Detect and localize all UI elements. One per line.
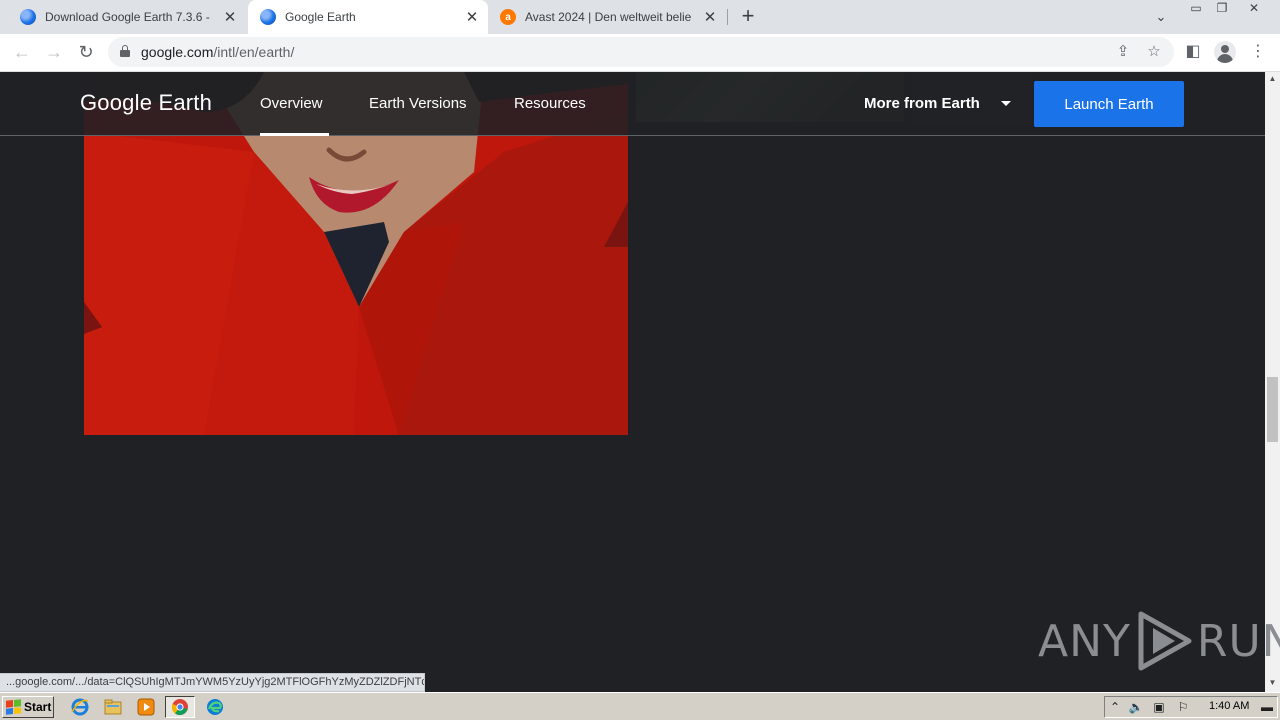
file-explorer-icon[interactable] [101, 696, 125, 718]
system-tray: ⌃ 🔈 ▣ ⚐ 1:40 AM ▬ [1104, 696, 1278, 718]
close-icon[interactable]: ✕ [220, 7, 240, 27]
google-earth-logo[interactable]: Google Earth [80, 90, 212, 116]
close-window-button[interactable]: ✕ [1240, 0, 1268, 18]
tab-avast[interactable]: a Avast 2024 | Den weltweit beliebtest ✕ [488, 0, 726, 34]
tab-title: Download Google Earth 7.3.6 - free [45, 10, 212, 24]
nav-earth-versions[interactable]: Earth Versions [369, 95, 467, 112]
chrome-taskbar-icon[interactable] [165, 696, 195, 718]
launch-earth-button[interactable]: Launch Earth [1034, 81, 1184, 127]
menu-kebab-icon[interactable]: ⋮ [1246, 40, 1270, 64]
site-header: Google Earth Overview Earth Versions Res… [0, 72, 1265, 136]
play-triangle-icon [1138, 611, 1192, 671]
tab-search-chevron-icon[interactable]: ⌄ [1150, 6, 1172, 28]
url-text[interactable]: google.com/intl/en/earth/ [141, 44, 294, 60]
close-icon[interactable]: ✕ [462, 7, 482, 27]
start-label: Start [24, 700, 52, 714]
tab-strip: Download Google Earth 7.3.6 - free ✕ Goo… [0, 0, 1280, 34]
share-icon[interactable]: ⇪ [1112, 41, 1134, 63]
tab-separator [727, 9, 728, 25]
restore-button[interactable]: ❐ [1208, 0, 1236, 18]
browser-toolbar: ← → ↻ google.com/intl/en/earth/ ⇪ ☆ ◧ ⋮ [0, 34, 1280, 72]
reload-icon[interactable]: ↻ [72, 38, 100, 66]
windows-logo-icon [6, 699, 21, 715]
watermark-text-right: RUN [1196, 615, 1280, 667]
action-center-flag-icon[interactable]: ⚐ [1175, 700, 1191, 714]
watermark-text-left: ANY [1038, 615, 1131, 667]
forward-arrow-icon[interactable]: → [40, 38, 68, 66]
scroll-up-arrow-icon[interactable]: ▲ [1265, 72, 1280, 86]
scrollbar-thumb[interactable] [1267, 377, 1278, 442]
google-earth-icon [20, 9, 36, 25]
status-bubble-url: ...google.com/.../data=ClQSUhIgMTJmYWM5Y… [0, 673, 425, 692]
google-earth-icon [260, 9, 276, 25]
profile-avatar-icon[interactable] [1214, 41, 1236, 63]
nav-overview[interactable]: Overview [260, 95, 323, 112]
nav-resources[interactable]: Resources [514, 95, 586, 112]
network-icon[interactable]: ▣ [1151, 700, 1167, 714]
show-hidden-icons-arrow-icon[interactable]: ⌃ [1107, 700, 1123, 714]
edge-icon[interactable] [203, 696, 227, 718]
page-scrollbar[interactable]: ▲ ▼ [1265, 72, 1280, 692]
active-nav-indicator [260, 133, 329, 136]
media-player-icon[interactable] [134, 696, 158, 718]
caret-down-icon[interactable] [1001, 101, 1011, 106]
start-button[interactable]: Start [2, 696, 54, 718]
internet-explorer-icon[interactable] [68, 696, 92, 718]
side-panel-icon[interactable]: ◧ [1181, 40, 1205, 64]
more-from-earth-dropdown[interactable]: More from Earth [864, 95, 980, 112]
tab-google-earth[interactable]: Google Earth ✕ [248, 0, 488, 34]
tab-title: Google Earth [285, 10, 356, 24]
minimize-button[interactable]: ▭ [1182, 0, 1210, 18]
scroll-down-arrow-icon[interactable]: ▼ [1265, 676, 1280, 690]
bookmark-star-icon[interactable]: ☆ [1143, 41, 1165, 63]
tab-title: Avast 2024 | Den weltweit beliebtest [525, 10, 692, 24]
back-arrow-icon[interactable]: ← [8, 38, 36, 66]
volume-icon[interactable]: 🔈 [1128, 700, 1144, 714]
anyrun-watermark: ANY RUN [1038, 610, 1280, 672]
clock[interactable]: 1:40 AM [1209, 700, 1249, 712]
close-icon[interactable]: ✕ [700, 7, 720, 27]
tab-download-google-earth[interactable]: Download Google Earth 7.3.6 - free ✕ [8, 0, 246, 34]
address-bar[interactable]: google.com/intl/en/earth/ ⇪ ☆ [108, 37, 1174, 67]
page-content [0, 72, 1265, 674]
lock-icon[interactable] [120, 45, 130, 57]
show-desktop-icon[interactable]: ▬ [1259, 700, 1275, 714]
windows-taskbar: Start ⌃ 🔈 ▣ ⚐ 1:40 AM ▬ [0, 692, 1280, 720]
new-tab-button[interactable]: + [736, 5, 760, 29]
avast-icon: a [500, 9, 516, 25]
